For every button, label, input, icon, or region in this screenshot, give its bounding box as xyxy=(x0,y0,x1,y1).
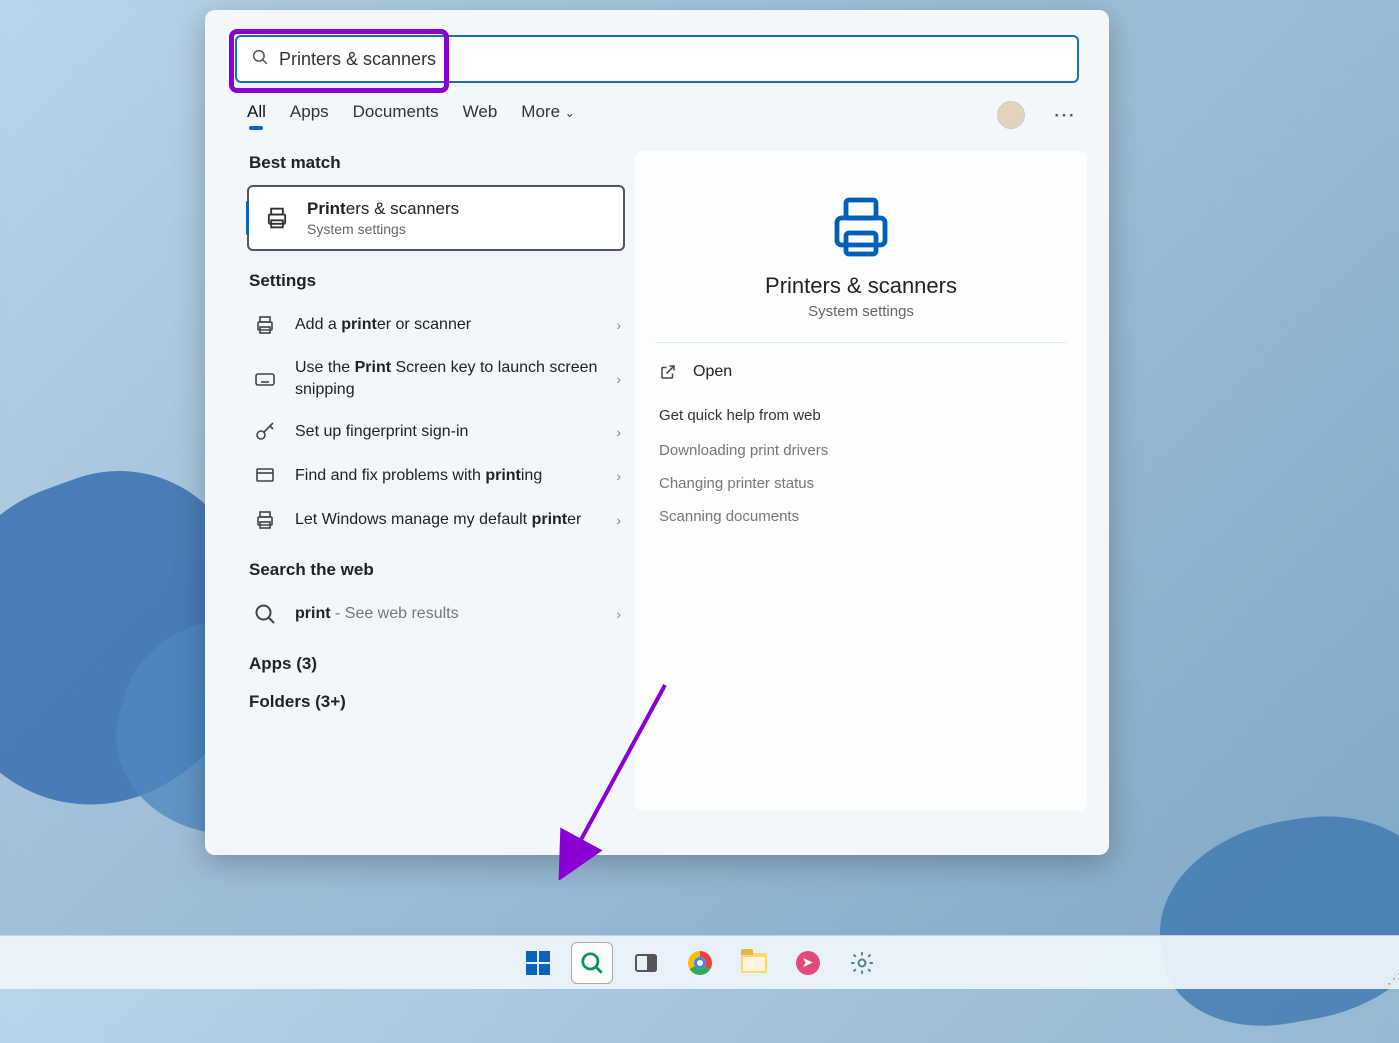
row-text: Let Windows manage my default printer xyxy=(295,509,601,531)
help-link-scanning[interactable]: Scanning documents xyxy=(635,500,1087,533)
open-action[interactable]: Open xyxy=(635,343,1087,401)
start-search-panel: All Apps Documents Web More ⌄ ⋯ Best mat… xyxy=(205,10,1109,855)
tab-web[interactable]: Web xyxy=(463,102,498,128)
task-view-button[interactable] xyxy=(625,942,667,984)
best-match-label: Best match xyxy=(249,153,625,173)
chevron-right-icon: › xyxy=(616,468,621,484)
app-icon-pink[interactable]: ➤ xyxy=(787,942,829,984)
chevron-right-icon: › xyxy=(616,371,621,387)
start-button[interactable] xyxy=(517,942,559,984)
tab-all[interactable]: All xyxy=(247,102,266,128)
settings-row-troubleshoot[interactable]: Find and fix problems with printing › xyxy=(247,454,625,498)
search-input[interactable] xyxy=(279,49,1039,70)
chevron-right-icon: › xyxy=(616,317,621,333)
settings-row-add-printer[interactable]: Add a printer or scanner › xyxy=(247,303,625,347)
troubleshoot-icon xyxy=(253,464,277,488)
key-icon xyxy=(253,420,277,444)
settings-section-label: Settings xyxy=(249,271,625,291)
keyboard-icon xyxy=(253,367,277,391)
best-match-title: Printers & scanners xyxy=(307,199,459,219)
open-external-icon xyxy=(659,363,677,381)
preview-subtitle: System settings xyxy=(808,303,914,320)
search-icon xyxy=(251,48,269,71)
help-link-status[interactable]: Changing printer status xyxy=(635,467,1087,500)
search-icon xyxy=(253,602,277,626)
apps-section-label[interactable]: Apps (3) xyxy=(249,654,625,674)
row-text: Find and fix problems with printing xyxy=(295,465,562,487)
settings-icon[interactable] xyxy=(841,942,883,984)
preview-title: Printers & scanners xyxy=(765,273,957,299)
printer-icon xyxy=(253,313,277,337)
best-match-result[interactable]: Printers & scanners System settings xyxy=(247,185,625,251)
user-avatar[interactable] xyxy=(997,101,1025,129)
taskbar-search-button[interactable] xyxy=(571,942,613,984)
printer-icon xyxy=(825,191,897,255)
more-options-button[interactable]: ⋯ xyxy=(1049,102,1079,128)
row-text: Use the Print Screen key to launch scree… xyxy=(295,357,619,400)
tab-apps[interactable]: Apps xyxy=(290,102,329,128)
search-web-row[interactable]: print - See web results › xyxy=(247,592,625,636)
tab-more[interactable]: More ⌄ xyxy=(521,102,575,128)
printer-icon xyxy=(253,508,277,532)
resize-grip: ⋰ xyxy=(1387,970,1397,987)
search-box-container[interactable] xyxy=(235,35,1079,83)
chevron-right-icon: › xyxy=(616,424,621,440)
help-section-label: Get quick help from web xyxy=(635,401,1087,434)
search-web-label: Search the web xyxy=(249,560,625,580)
preview-pane: Printers & scanners System settings Open… xyxy=(635,151,1087,811)
row-text: Set up fingerprint sign-in xyxy=(295,421,488,443)
filter-tabs: All Apps Documents Web More ⌄ ⋯ xyxy=(247,101,1079,129)
chevron-down-icon: ⌄ xyxy=(565,106,575,120)
chevron-right-icon: › xyxy=(616,512,621,528)
row-text: Add a printer or scanner xyxy=(295,314,491,336)
settings-row-printscreen[interactable]: Use the Print Screen key to launch scree… xyxy=(247,347,625,410)
folders-section-label[interactable]: Folders (3+) xyxy=(249,692,625,712)
row-text: print - See web results xyxy=(295,603,479,625)
best-match-subtitle: System settings xyxy=(307,221,459,237)
help-link-drivers[interactable]: Downloading print drivers xyxy=(635,434,1087,467)
settings-row-default-printer[interactable]: Let Windows manage my default printer › xyxy=(247,498,625,542)
chrome-icon[interactable] xyxy=(679,942,721,984)
taskbar: ➤ xyxy=(0,935,1399,989)
tab-documents[interactable]: Documents xyxy=(353,102,439,128)
printer-icon xyxy=(263,204,291,232)
chevron-right-icon: › xyxy=(616,606,621,622)
settings-row-fingerprint[interactable]: Set up fingerprint sign-in › xyxy=(247,410,625,454)
file-explorer-icon[interactable] xyxy=(733,942,775,984)
open-label: Open xyxy=(693,363,732,381)
